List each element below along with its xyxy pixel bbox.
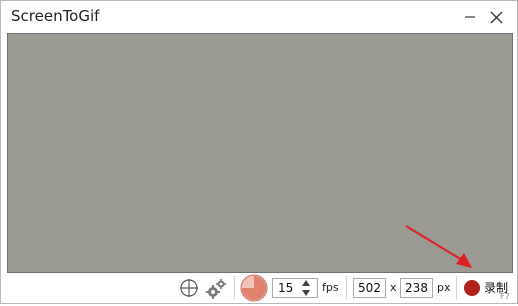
red-arrow (405, 225, 472, 268)
window-title: ScreenToGif (11, 7, 100, 25)
crosshair-icon (180, 279, 198, 297)
title-bar[interactable]: ScreenToGif (1, 1, 517, 33)
close-button[interactable] (483, 5, 509, 29)
chevron-up-icon[interactable] (299, 278, 313, 288)
record-shortcut: F7 (500, 292, 510, 301)
snap-to-window-button[interactable] (179, 278, 199, 298)
toolbar-separator (346, 276, 347, 300)
close-icon (490, 11, 502, 23)
times-label: x (390, 281, 397, 294)
record-dot-icon (464, 280, 480, 296)
minimize-icon (465, 16, 475, 18)
record-button[interactable]: 录制 F7 (461, 275, 515, 301)
bottom-toolbar: 15 fps 502 x 238 px 录制 F7 (1, 273, 517, 303)
width-input[interactable]: 502 (353, 278, 386, 298)
toolbar-separator (234, 276, 235, 300)
minimize-button[interactable] (457, 5, 483, 29)
chevron-down-icon[interactable] (299, 288, 313, 298)
height-input[interactable]: 238 (400, 278, 433, 298)
px-label: px (437, 281, 451, 294)
gears-icon (206, 279, 226, 299)
fps-stepper[interactable] (299, 278, 313, 298)
pie-timer-icon (240, 274, 268, 302)
options-button[interactable] (205, 278, 227, 300)
frequency-mode-button[interactable] (240, 274, 268, 302)
fps-label: fps (322, 281, 339, 294)
toolbar-separator (456, 276, 457, 300)
